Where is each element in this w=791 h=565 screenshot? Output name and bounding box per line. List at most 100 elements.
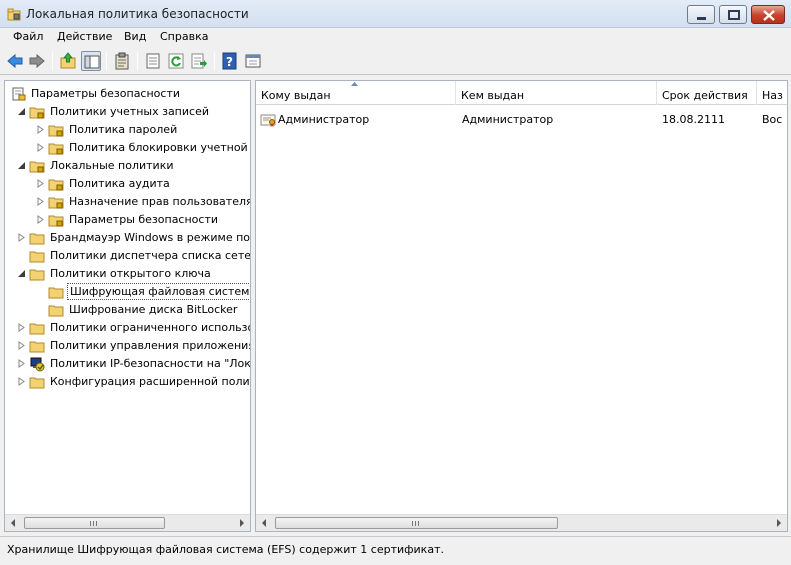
folder-icon <box>29 269 45 281</box>
folder-icon <box>29 377 45 389</box>
folder-lock-icon <box>48 179 64 191</box>
menu-action[interactable]: Действие <box>57 30 112 43</box>
sort-ascending-icon <box>351 82 358 86</box>
tree-item-label: Политика блокировки учетной з <box>69 141 251 154</box>
tree-item-security-options[interactable]: Параметры безопасности <box>5 211 250 229</box>
toolbar-separator <box>214 52 215 70</box>
forward-button[interactable] <box>27 51 47 71</box>
folder-lock-icon <box>48 125 64 137</box>
tree-item-label: Конфигурация расширенной полит <box>50 375 251 388</box>
tree-horizontal-scrollbar[interactable] <box>5 514 250 531</box>
expand-icon[interactable] <box>17 341 26 350</box>
maximize-button[interactable] <box>719 5 747 24</box>
column-label: Наз <box>762 89 783 102</box>
up-level-button[interactable] <box>58 51 78 71</box>
tree-item-local-policies[interactable]: Локальные политики <box>5 157 250 175</box>
scroll-right-icon[interactable] <box>233 515 250 531</box>
toolbar-separator <box>52 52 53 70</box>
tree-item-bitlocker[interactable]: Шифрование диска BitLocker <box>5 301 250 319</box>
toolbar: ? <box>0 47 791 75</box>
tree-item-label: Брандмауэр Windows в режиме пов <box>50 231 251 244</box>
expand-icon[interactable] <box>17 323 26 332</box>
collapse-icon[interactable] <box>17 107 26 116</box>
cell-purpose: Вос <box>762 113 783 126</box>
expand-icon[interactable] <box>36 143 45 152</box>
expand-icon[interactable] <box>17 377 26 386</box>
properties-button[interactable] <box>143 51 163 71</box>
svg-text:?: ? <box>226 55 233 69</box>
scroll-left-icon[interactable] <box>256 515 273 531</box>
tree-item-label: Шифрование диска BitLocker <box>69 303 238 316</box>
tree-item-lockout-policy[interactable]: Политика блокировки учетной з <box>5 139 250 157</box>
column-label: Кому выдан <box>261 89 331 102</box>
clipboard-button[interactable] <box>112 51 132 71</box>
help-button[interactable]: ? <box>220 51 240 71</box>
tree-item-audit-policy[interactable]: Политика аудита <box>5 175 250 193</box>
tree-item-efs[interactable]: Шифрующая файловая система <box>5 283 250 301</box>
scroll-right-icon[interactable] <box>770 515 787 531</box>
tree-item-advanced-audit[interactable]: Конфигурация расширенной полит <box>5 373 250 391</box>
menu-view[interactable]: Вид <box>124 30 146 43</box>
expand-icon[interactable] <box>36 197 45 206</box>
menu-file[interactable]: Файл <box>13 30 43 43</box>
tree-item-label: Политики управления приложения <box>50 339 251 352</box>
tree-item-windows-firewall[interactable]: Брандмауэр Windows в режиме пов <box>5 229 250 247</box>
column-issued-to[interactable]: Кому выдан <box>256 81 456 105</box>
column-label: Срок действия <box>662 89 748 102</box>
tree-item-public-key-policies[interactable]: Политики открытого ключа <box>5 265 250 283</box>
expand-icon[interactable] <box>36 215 45 224</box>
tree-item-label: Политики IP-безопасности на "Лока <box>50 357 251 370</box>
scroll-left-icon[interactable] <box>5 515 22 531</box>
tree-pane[interactable]: Параметры безопасности Политики учетных … <box>4 80 251 532</box>
show-hide-tree-icon <box>84 55 100 69</box>
collapse-icon[interactable] <box>17 269 26 278</box>
tree-item-account-policies[interactable]: Политики учетных записей <box>5 103 250 121</box>
tree-item-user-rights[interactable]: Назначение прав пользователя <box>5 193 250 211</box>
show-hide-tree-button[interactable] <box>81 51 101 71</box>
export-list-button[interactable] <box>189 51 209 71</box>
refresh-button[interactable] <box>166 51 186 71</box>
column-purpose[interactable]: Наз <box>757 81 787 105</box>
tree-item-security-settings[interactable]: Параметры безопасности <box>5 85 250 103</box>
folder-lock-icon <box>29 107 45 119</box>
expand-icon[interactable] <box>17 359 26 368</box>
tree-item-ip-security[interactable]: Политики IP-безопасности на "Лока <box>5 355 250 373</box>
refresh-icon <box>168 53 184 69</box>
ip-security-icon <box>30 357 45 372</box>
console-button[interactable] <box>243 51 263 71</box>
expand-icon[interactable] <box>36 179 45 188</box>
scroll-thumb[interactable] <box>275 517 558 529</box>
export-list-icon <box>191 53 207 69</box>
close-button[interactable] <box>751 5 785 24</box>
certificate-list-pane[interactable]: Кому выдан Кем выдан Срок действия Наз А… <box>255 80 788 532</box>
expand-icon[interactable] <box>36 125 45 134</box>
tree-item-label: Шифрующая файловая система <box>67 283 250 300</box>
tree-item-software-restriction[interactable]: Политики ограниченного использо <box>5 319 250 337</box>
back-button[interactable] <box>5 51 25 71</box>
tree-item-password-policy[interactable]: Политика паролей <box>5 121 250 139</box>
minimize-button[interactable] <box>687 5 715 24</box>
status-bar: Хранилище Шифрующая файловая система (EF… <box>0 536 791 565</box>
tree-item-label: Политики открытого ключа <box>50 267 211 280</box>
tree-item-label: Политики диспетчера списка сетей <box>50 249 251 262</box>
tree-item-network-list-manager[interactable]: Политики диспетчера списка сетей <box>5 247 250 265</box>
toolbar-separator <box>137 52 138 70</box>
help-icon: ? <box>222 52 237 70</box>
column-expiration[interactable]: Срок действия <box>657 81 757 105</box>
folder-lock-icon <box>48 143 64 155</box>
column-label: Кем выдан <box>461 89 525 102</box>
scroll-grip <box>415 521 416 526</box>
collapse-icon[interactable] <box>17 161 26 170</box>
console-icon <box>245 54 261 68</box>
tree-item-label: Политики учетных записей <box>50 105 209 118</box>
scroll-grip <box>93 521 94 526</box>
folder-icon <box>48 305 64 317</box>
expand-icon[interactable] <box>17 233 26 242</box>
menu-help[interactable]: Справка <box>160 30 208 43</box>
list-horizontal-scrollbar[interactable] <box>256 514 787 531</box>
table-row[interactable]: Администратор Администратор 18.08.2111 В… <box>256 111 787 129</box>
tree-item-application-control[interactable]: Политики управления приложения <box>5 337 250 355</box>
scroll-thumb[interactable] <box>24 517 165 529</box>
column-issued-by[interactable]: Кем выдан <box>456 81 657 105</box>
main-area: Параметры безопасности Политики учетных … <box>0 75 791 536</box>
